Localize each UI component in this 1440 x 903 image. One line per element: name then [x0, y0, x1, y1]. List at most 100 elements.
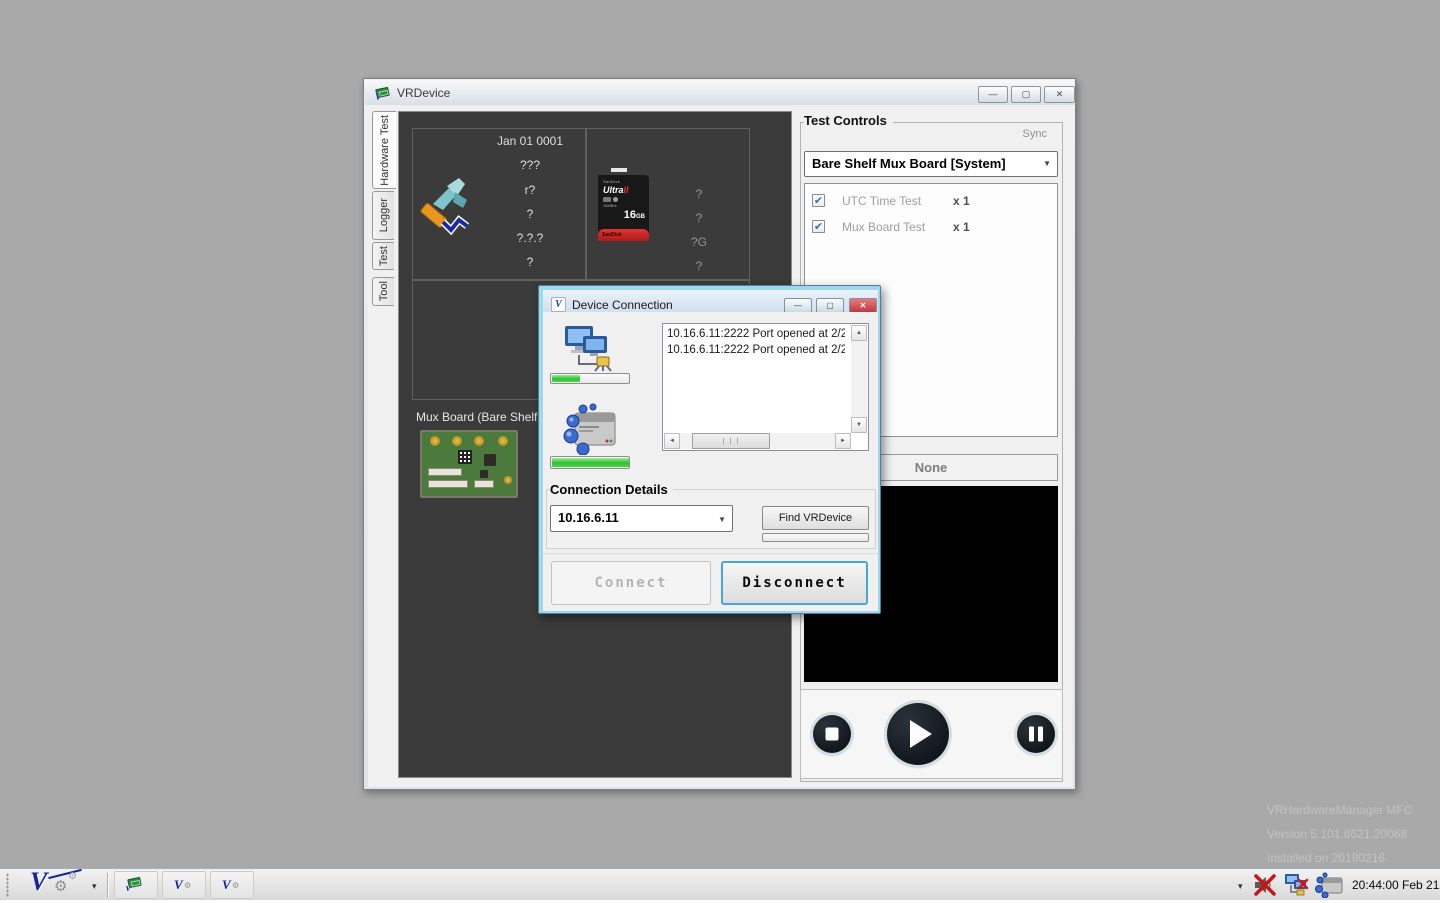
address-value: 10.16.6.11 [558, 510, 619, 525]
find-progress-bar [762, 533, 869, 542]
network-disconnected-icon[interactable] [1283, 872, 1311, 903]
stop-button[interactable] [813, 715, 851, 753]
scrollbar-thumb[interactable]: ❘❘❘ [692, 433, 770, 449]
pause-button[interactable] [1017, 715, 1055, 753]
taskbar-clock[interactable]: 20:44:00 Feb 21 [1352, 878, 1439, 892]
taskbar-app-vr2[interactable]: V⚙ [210, 871, 254, 899]
scroll-down-icon[interactable]: ▼ [851, 417, 867, 433]
test-row[interactable]: ✔ Mux Board Test x 1 [805, 216, 1057, 242]
checkbox-mux-board-test[interactable]: ✔ [812, 220, 825, 233]
disconnect-button[interactable]: Disconnect [721, 561, 868, 605]
connect-button[interactable]: Connect [551, 561, 711, 605]
sync-label: Sync [1023, 128, 1047, 140]
desktop-watermark: VRHardwareManager MFC Version 5.101.6621… [1267, 798, 1412, 870]
tab-label: Hardware Test [379, 115, 391, 186]
launcher-dropdown-icon[interactable]: ▾ [92, 881, 97, 892]
scroll-right-icon[interactable]: ► [835, 433, 851, 449]
test-name: UTC Time Test [842, 194, 921, 208]
sd-model: UltraII [603, 185, 645, 195]
device-line: ? [459, 255, 601, 269]
ssh-tray-icon[interactable] [1314, 872, 1344, 903]
device-line: ??? [459, 158, 601, 172]
device-date: Jan 01 0001 [459, 134, 601, 148]
progress-fill [552, 375, 580, 382]
close-button[interactable]: ✕ [1044, 86, 1075, 103]
taskbar: V ⚙ ⚙ ▾ v V⚙ V⚙ ▾ [0, 868, 1440, 900]
window-title: VRDevice [397, 86, 450, 100]
minimize-button[interactable]: — [978, 86, 1008, 103]
ssh-progress-bar [550, 456, 630, 469]
test-controls-title: Test Controls [804, 113, 893, 128]
chevron-down-icon: ▼ [1043, 159, 1051, 168]
test-count: x 1 [953, 220, 970, 234]
horizontal-scrollbar[interactable]: ◄ ► ❘❘❘ [664, 433, 851, 449]
thumb-grip: ❘❘❘ [721, 437, 742, 445]
network-computers-icon [559, 324, 621, 374]
device-line: ?.?.? [459, 231, 601, 245]
tray-expand-icon[interactable]: ▾ [1238, 881, 1243, 892]
stop-icon [826, 728, 839, 741]
sd-speed: 15MB/s [603, 203, 645, 208]
connection-details-label: Connection Details [550, 482, 673, 497]
test-row[interactable]: ✔ UTC Time Test x 1 [805, 190, 1057, 216]
dialog-app-icon: V [551, 297, 566, 312]
maximize-button[interactable]: ▢ [1011, 86, 1041, 103]
watermark-line: Version 5.101.6621.20068 [1267, 822, 1412, 846]
tab-tool[interactable]: Tool [372, 277, 394, 306]
dialog-title: Device Connection [572, 298, 673, 312]
vrdevice-app-icon: V [375, 85, 391, 101]
play-button[interactable] [887, 703, 949, 765]
gear-icon: ⚙ [184, 881, 191, 890]
device-connection-dialog: V Device Connection — ▢ ✕ [538, 285, 881, 614]
sd-brand: SanDisk [603, 179, 645, 184]
test-name: Mux Board Test [842, 220, 925, 234]
scroll-up-icon[interactable]: ▲ [851, 325, 867, 341]
dialog-maximize-button[interactable]: ▢ [816, 298, 844, 313]
media-controls-panel [800, 689, 1063, 779]
tab-test[interactable]: Test [372, 242, 394, 270]
connection-log-list[interactable]: 10.16.6.11:2222 Port opened at 2/21/2 10… [662, 323, 869, 451]
find-vrdevice-button[interactable]: Find VRDevice [762, 506, 869, 530]
taskbar-app-vr1[interactable]: V⚙ [162, 871, 206, 899]
taskbar-separator [107, 873, 108, 897]
dialog-minimize-button[interactable]: — [784, 298, 812, 313]
progress-fill [552, 458, 630, 467]
divider [543, 553, 878, 554]
vertical-scrollbar[interactable]: ▲ ▼ [851, 325, 867, 433]
device-line: ? [459, 207, 601, 221]
mux-board-label: Mux Board (Bare Shelf M [416, 410, 551, 424]
vrdevice-titlebar[interactable]: V VRDevice — ▢ ✕ [365, 80, 1074, 105]
watermark-line: Installed on 20180216 [1267, 846, 1412, 870]
log-entry: 10.16.6.11:2222 Port opened at 2/21/2 [667, 328, 845, 340]
sd-line: ? [679, 187, 719, 201]
tab-logger[interactable]: Logger [372, 191, 394, 240]
pause-icon [1029, 727, 1043, 742]
tab-label: Tool [378, 281, 390, 301]
sd-line: ?G [679, 235, 719, 249]
taskbar-grip[interactable] [6, 873, 9, 897]
test-suite-dropdown[interactable]: Bare Shelf Mux Board [System] ▼ [804, 151, 1058, 177]
tab-hardware-test[interactable]: Hardware Test [372, 111, 396, 189]
checkbox-utc-time-test[interactable]: ✔ [812, 194, 825, 207]
taskbar-app-vrdevice[interactable]: v [114, 871, 158, 899]
scroll-left-icon[interactable]: ◄ [664, 433, 680, 449]
dialog-close-button[interactable]: ✕ [849, 298, 877, 313]
sd-line: ? [679, 259, 719, 273]
tab-label: Test [378, 246, 390, 266]
address-combobox[interactable]: 10.16.6.11 ▼ [550, 505, 733, 532]
dialog-titlebar[interactable]: V Device Connection — ▢ ✕ [543, 290, 878, 312]
gear-icon: ⚙ [232, 881, 239, 890]
log-entry: 10.16.6.11:2222 Port opened at 2/21/2 [667, 344, 845, 356]
chevron-down-icon: ▼ [718, 515, 726, 524]
sd-capacity: 16GB [603, 209, 645, 221]
volume-muted-icon[interactable] [1251, 872, 1279, 903]
play-icon [910, 720, 932, 748]
tab-label: Logger [378, 198, 390, 232]
sd-card-notch [611, 168, 627, 172]
desktop: VRHardwareManager MFC Version 5.101.6621… [0, 0, 1440, 900]
gear-icon: ⚙ [54, 877, 67, 895]
start-launcher-icon[interactable]: V ⚙ ⚙ [30, 867, 88, 899]
sd-card-image: SanDisk UltraII 15MB/s 16GB SanDisk [597, 174, 650, 242]
mux-board-image [420, 430, 518, 498]
sd-line: ? [679, 211, 719, 225]
